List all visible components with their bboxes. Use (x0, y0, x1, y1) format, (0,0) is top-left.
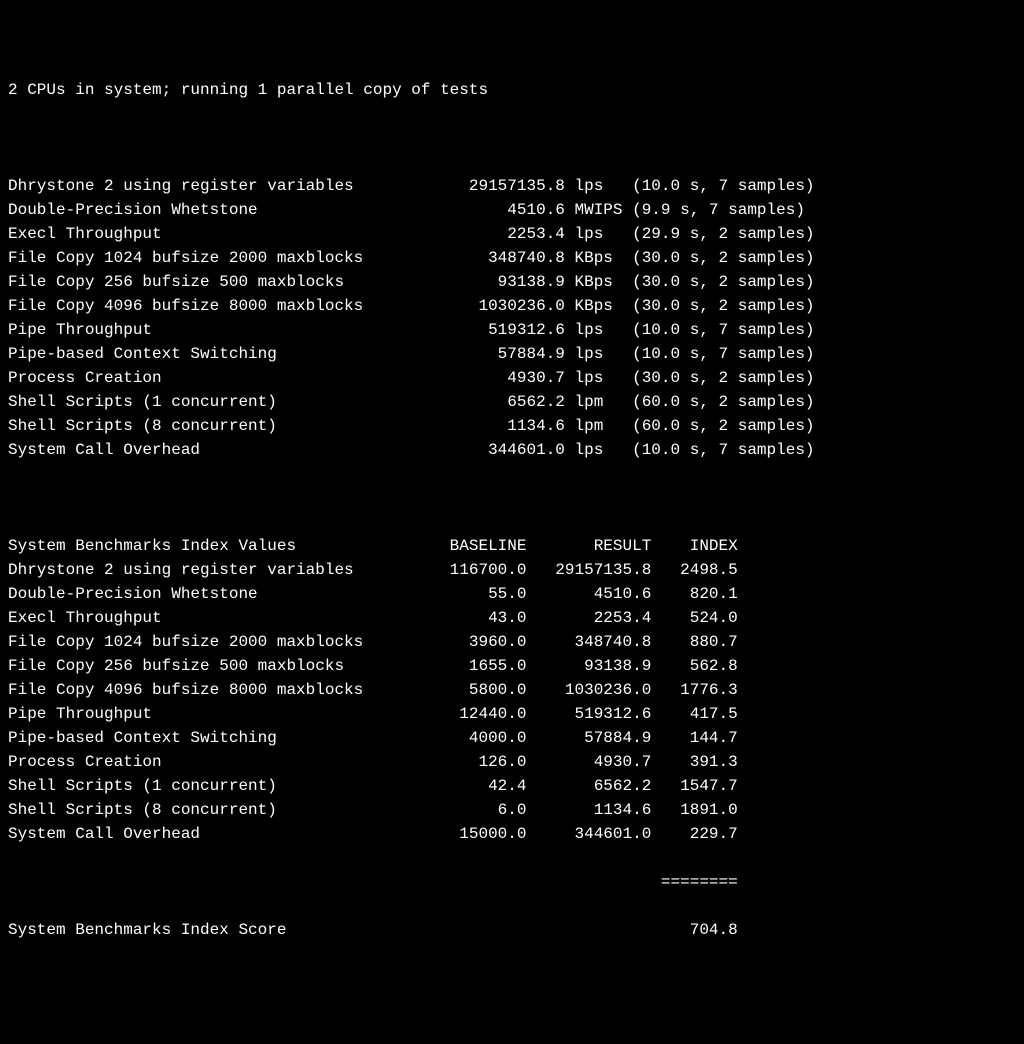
header-line: 2 CPUs in system; running 1 parallel cop… (8, 78, 1016, 102)
test-result-row: File Copy 1024 bufsize 2000 maxblocks 34… (8, 246, 1016, 270)
index-row: Shell Scripts (8 concurrent) 6.0 1134.6 … (8, 798, 1016, 822)
test-results-block: Dhrystone 2 using register variables 291… (8, 174, 1016, 462)
index-row: System Call Overhead 15000.0 344601.0 22… (8, 822, 1016, 846)
test-result-row: Double-Precision Whetstone 4510.6 MWIPS … (8, 198, 1016, 222)
test-result-row: File Copy 256 bufsize 500 maxblocks 9313… (8, 270, 1016, 294)
index-row: Shell Scripts (1 concurrent) 42.4 6562.2… (8, 774, 1016, 798)
test-result-row: Pipe Throughput 519312.6 lps (10.0 s, 7 … (8, 318, 1016, 342)
separator-line: ======== (8, 870, 1016, 894)
test-result-row: Dhrystone 2 using register variables 291… (8, 174, 1016, 198)
index-row: Pipe Throughput 12440.0 519312.6 417.5 (8, 702, 1016, 726)
index-row: File Copy 1024 bufsize 2000 maxblocks 39… (8, 630, 1016, 654)
score-line: System Benchmarks Index Score 704.8 (8, 918, 1016, 942)
test-result-row: System Call Overhead 344601.0 lps (10.0 … (8, 438, 1016, 462)
index-row: Dhrystone 2 using register variables 116… (8, 558, 1016, 582)
test-result-row: Shell Scripts (8 concurrent) 1134.6 lpm … (8, 414, 1016, 438)
test-result-row: File Copy 4096 bufsize 8000 maxblocks 10… (8, 294, 1016, 318)
index-row: Pipe-based Context Switching 4000.0 5788… (8, 726, 1016, 750)
blank-line (8, 126, 1016, 150)
blank-line (8, 486, 1016, 510)
test-result-row: Process Creation 4930.7 lps (30.0 s, 2 s… (8, 366, 1016, 390)
index-row: Process Creation 126.0 4930.7 391.3 (8, 750, 1016, 774)
index-row: Double-Precision Whetstone 55.0 4510.6 8… (8, 582, 1016, 606)
index-row: File Copy 4096 bufsize 8000 maxblocks 58… (8, 678, 1016, 702)
index-header-row: System Benchmarks Index Values BASELINE … (8, 534, 1016, 558)
test-result-row: Shell Scripts (1 concurrent) 6562.2 lpm … (8, 390, 1016, 414)
index-row: File Copy 256 bufsize 500 maxblocks 1655… (8, 654, 1016, 678)
index-values-block: System Benchmarks Index Values BASELINE … (8, 534, 1016, 846)
test-result-row: Execl Throughput 2253.4 lps (29.9 s, 2 s… (8, 222, 1016, 246)
test-result-row: Pipe-based Context Switching 57884.9 lps… (8, 342, 1016, 366)
index-row: Execl Throughput 43.0 2253.4 524.0 (8, 606, 1016, 630)
